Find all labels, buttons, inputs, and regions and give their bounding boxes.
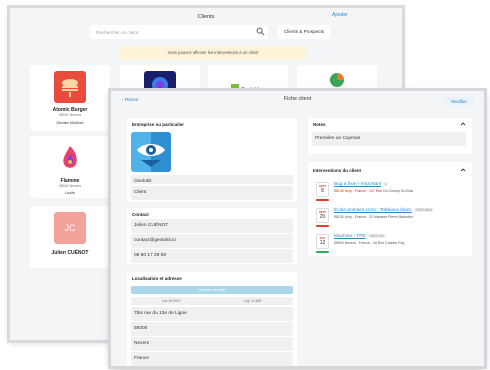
- energie-logo: [327, 71, 347, 89]
- flame-logo: [54, 142, 86, 174]
- clients-prospects-filter[interactable]: Clients & Prospects: [278, 25, 330, 39]
- edit-button[interactable]: Modifier: [444, 97, 474, 106]
- chevron-up-icon[interactable]: [460, 167, 466, 173]
- burger-logo: [54, 71, 86, 103]
- date-day: 20: [319, 214, 326, 220]
- intervention-title-text: Machine - TPE: [334, 234, 366, 239]
- postcode-field: 58000: [131, 322, 293, 336]
- card-city: 58000 Nevers: [58, 184, 82, 188]
- city-field: Nevers: [131, 337, 293, 351]
- country-field: France: [131, 352, 293, 366]
- contact-panel: Contact Julien CUÉNOT contact@geolokit.i…: [127, 208, 297, 264]
- card-contact: Lucile: [65, 191, 75, 195]
- card-name: Julien CUÉNOT: [51, 250, 89, 256]
- view-on-map-button[interactable]: Voir sur la carte: [131, 286, 293, 294]
- client-card-flamme[interactable]: Flamme 58000 Nevers Lucile: [30, 136, 110, 198]
- intervention-address: 58130 Urzy - France - 32 Impasse Pierre …: [334, 215, 413, 219]
- status-bar: [316, 251, 329, 253]
- client-card-julien[interactable]: JC Julien CUÉNOT: [30, 206, 110, 268]
- intervention-title[interactable]: Bug à fixer ! Important •: [334, 182, 389, 187]
- intervention-item[interactable]: SEPT 8 Bug à fixer ! Important • 58130 Ur…: [312, 180, 466, 205]
- status-bar: [316, 199, 329, 201]
- company-type-field: Client: [131, 186, 293, 200]
- street-field: 7bis rue du 13e de Ligne: [131, 307, 293, 321]
- date-day: 12: [319, 240, 326, 246]
- company-type-panel: Client: [127, 184, 297, 202]
- add-client-button[interactable]: Ajouter: [332, 12, 348, 18]
- page-title: Fiche client: [283, 96, 312, 102]
- intervention-item[interactable]: JUIL 12 Machine - TPE 2022-011 58000 Neve…: [312, 232, 466, 257]
- status-bar: [316, 225, 329, 227]
- client-sheet-header: ‹ Retour Fiche client Modifier: [111, 91, 484, 107]
- initials-avatar: JC: [54, 212, 86, 244]
- search-input[interactable]: [90, 25, 254, 39]
- intervention-address: 58130 Urzy - France - 247 Rue Du Champ D…: [334, 189, 414, 193]
- date-badge: JUIL 12: [316, 234, 329, 249]
- notes-panel: Notes Première un Cayman: [308, 118, 472, 154]
- intervention-address: 58000 Nevers - France - 4d Rue Charles R…: [334, 241, 405, 245]
- intervention-title-text: École primaire Urzy : Tableaux blanc: [334, 208, 412, 213]
- card-contact: Donald McDeek: [56, 121, 84, 125]
- intervention-item[interactable]: SEPT 20 École primaire Urzy : Tableaux b…: [312, 206, 466, 231]
- screen: Clients Ajouter Clients & Prospects Vous…: [0, 0, 490, 370]
- search-icon[interactable]: [256, 27, 265, 36]
- card-city: 58000 Nevers: [58, 113, 82, 117]
- client-search: [90, 25, 268, 39]
- interventions-panel: Interventions du client SEPT 8 Bug à fix…: [308, 162, 472, 256]
- longitude: Lng: 3.1659: [212, 297, 293, 305]
- reference-badge: 2022-0011: [413, 208, 435, 212]
- reference-badge: 2022-011: [367, 234, 387, 238]
- contact-name-field: Julien CUÉNOT: [131, 219, 293, 233]
- notes-text: Première un Cayman: [312, 132, 466, 146]
- date-badge: SEPT 8: [316, 182, 329, 197]
- interventions-section-title: Interventions du client: [313, 168, 362, 173]
- date-badge: SEPT 20: [316, 208, 329, 223]
- location-panel: Localisation et adresse Voir sur la cart…: [127, 272, 297, 366]
- company-logo: [131, 132, 171, 172]
- notes-section-title: Notes: [313, 122, 326, 127]
- intervention-title[interactable]: Machine - TPE 2022-011: [334, 234, 387, 239]
- company-section-title: Entreprise ou particulier: [132, 122, 185, 127]
- location-section-title: Localisation et adresse: [132, 276, 182, 281]
- client-sheet-window: ‹ Retour Fiche client Modifier Entrepris…: [111, 91, 484, 366]
- client-card-atomic-burger[interactable]: Atomic Burger 58000 Nevers Donald McDeek: [30, 65, 110, 131]
- info-notice: Vous pouvez affecter les interventions à…: [120, 46, 306, 60]
- latitude: Lat: 46.9917: [131, 297, 212, 305]
- intervention-title[interactable]: École primaire Urzy : Tableaux blanc 2022…: [334, 208, 435, 213]
- status-badge: •: [383, 182, 389, 186]
- contact-email-field: contact@geolokit.io: [131, 234, 293, 248]
- chevron-up-icon[interactable]: [460, 121, 466, 127]
- contact-section-title: Contact: [132, 212, 149, 217]
- date-day: 8: [321, 188, 324, 194]
- contact-phone-field: 06 50 17 29 08: [131, 249, 293, 263]
- intervention-title-text: Bug à fixer ! Important: [334, 182, 382, 187]
